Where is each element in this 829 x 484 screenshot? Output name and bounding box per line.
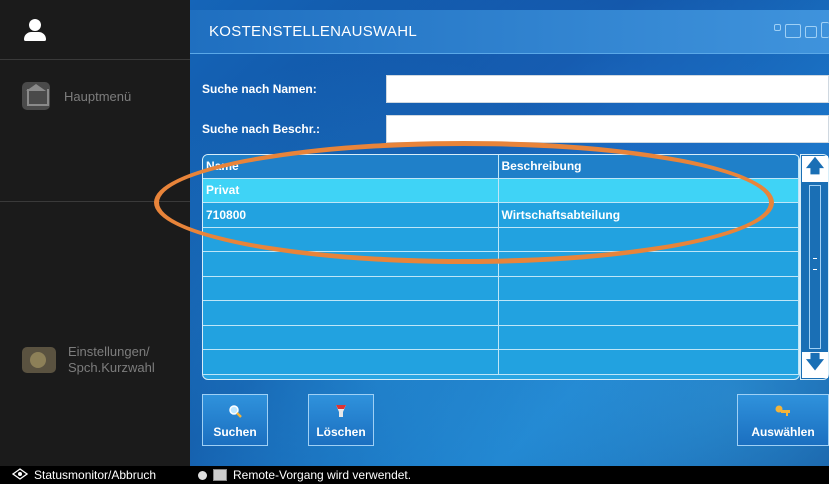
info-icon	[198, 470, 207, 480]
status-monitor-icon	[11, 467, 29, 483]
sidebar-item-label: Spch.Kurzwahl	[68, 360, 155, 375]
settings-icon	[22, 347, 56, 373]
search-button-label: Suchen	[213, 425, 257, 439]
key-icon	[774, 401, 792, 421]
table-row[interactable]	[203, 349, 799, 375]
scroll-down-button[interactable]: 🡇	[802, 352, 828, 378]
arrow-up-icon: 🡅	[805, 156, 825, 176]
delete-button-label: Löschen	[316, 425, 366, 439]
status-monitor-button[interactable]: Statusmonitor/Abbruch	[0, 467, 190, 483]
desc-search-label: Suche nach Beschr.:	[202, 122, 321, 136]
eraser-icon	[334, 401, 348, 421]
table-cell	[203, 325, 499, 350]
table-cell	[498, 325, 799, 350]
status-bar: Statusmonitor/Abbruch Remote-Vorgang wir…	[0, 466, 829, 484]
window-icons	[774, 18, 829, 38]
scroll-track[interactable]	[809, 185, 821, 349]
highlight-ellipse	[154, 141, 774, 264]
table-row[interactable]	[203, 325, 799, 350]
restore-icon[interactable]	[805, 26, 817, 38]
window-icon[interactable]	[785, 24, 801, 38]
title-bar: KOSTENSTELLENAUSWAHL	[190, 10, 829, 54]
minimize-icon[interactable]	[774, 24, 781, 31]
search-icon	[228, 401, 242, 421]
home-icon	[22, 82, 50, 110]
delete-button[interactable]: Löschen	[308, 394, 374, 446]
table-cell	[498, 349, 799, 375]
main-panel: KOSTENSTELLENAUSWAHL Suche nach Namen: S…	[154, 0, 829, 466]
table-row[interactable]	[203, 276, 799, 301]
table-cell	[203, 349, 499, 375]
sidebar: Hauptmenü Einstellungen/ Spch.Kurzwahl	[0, 0, 190, 466]
table-cell	[203, 276, 499, 301]
table-cell	[203, 300, 499, 326]
status-message: Remote-Vorgang wird verwendet.	[233, 468, 412, 482]
desc-search-field[interactable]	[386, 115, 829, 143]
status-message-area: Remote-Vorgang wird verwendet.	[190, 468, 411, 482]
remote-icon	[213, 469, 227, 481]
table-cell	[498, 276, 799, 301]
table-row[interactable]	[203, 300, 799, 326]
arrow-down-icon: 🡇	[805, 352, 825, 372]
sidebar-item-label: Einstellungen/	[68, 344, 150, 359]
table-cell	[498, 300, 799, 326]
name-search-label: Suche nach Namen:	[202, 82, 317, 96]
status-monitor-label: Statusmonitor/Abbruch	[34, 468, 157, 482]
sidebar-item-label: Hauptmenü	[64, 89, 132, 104]
search-button[interactable]: Suchen	[202, 394, 268, 446]
table-scrollbar[interactable]: 🡅 🡇	[800, 154, 829, 380]
name-search-field[interactable]	[386, 75, 829, 103]
user-area[interactable]	[0, 0, 190, 60]
scroll-up-button[interactable]: 🡅	[802, 156, 828, 182]
desc-search-input[interactable]	[387, 116, 828, 142]
maximize-icon[interactable]	[821, 22, 829, 38]
user-icon[interactable]	[22, 17, 48, 43]
sidebar-item-hauptmenu[interactable]: Hauptmenü	[0, 62, 190, 202]
select-button[interactable]: Auswählen	[737, 394, 829, 446]
sidebar-item-einstellungen[interactable]: Einstellungen/ Spch.Kurzwahl	[0, 330, 190, 390]
name-search-input[interactable]	[387, 76, 828, 102]
select-button-label: Auswählen	[751, 425, 815, 439]
page-title: KOSTENSTELLENAUSWAHL	[209, 23, 417, 40]
